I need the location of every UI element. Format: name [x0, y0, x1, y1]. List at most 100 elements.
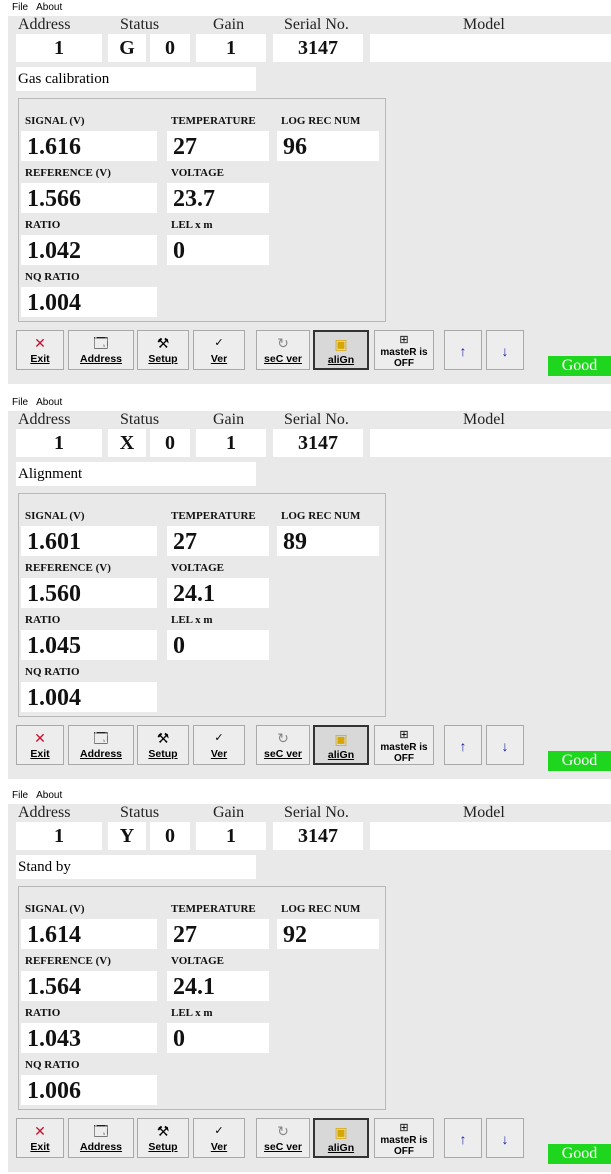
ratio-value: 1.043 [21, 1023, 157, 1053]
readings-group: SIGNAL (V) TEMPERATURE LOG REC NUM 1.616… [18, 98, 386, 322]
ratio-label: RATIO [25, 219, 61, 231]
tools-icon: ⚒ [156, 730, 170, 746]
address-field[interactable]: 1 [16, 429, 102, 457]
panel-1: File About Address Status Gain Serial No.… [8, 0, 611, 384]
mode-text: Stand by [16, 855, 256, 879]
secver-button[interactable]: ↻ seC ver [256, 330, 310, 370]
status-code-field: G [108, 34, 146, 62]
reference-label: REFERENCE (V) [25, 167, 111, 179]
reference-value: 1.560 [21, 578, 157, 608]
gain-field[interactable]: 1 [196, 34, 266, 62]
setup-button[interactable]: ⚒ Setup [137, 330, 189, 370]
exit-button[interactable]: ✕ Exit [16, 330, 64, 370]
exit-button[interactable]: ✕ Exit [16, 1118, 64, 1158]
menu-file[interactable]: File [12, 790, 28, 801]
menu-file[interactable]: File [12, 397, 28, 408]
gain-field[interactable]: 1 [196, 429, 266, 457]
model-header: Model [463, 411, 505, 428]
arrow-down-icon: ↓ [501, 343, 509, 359]
serial-header: Serial No. [284, 411, 349, 428]
tools-icon: ⚒ [156, 335, 170, 351]
signal-label: SIGNAL (V) [25, 115, 85, 127]
down-button[interactable]: ↓ [486, 725, 524, 765]
menu-bar: File About [8, 0, 611, 16]
master-button[interactable]: ⊞ masteR is OFF [374, 1118, 434, 1158]
nq-ratio-value: 1.006 [21, 1075, 157, 1105]
reference-value: 1.566 [21, 183, 157, 213]
reference-label: REFERENCE (V) [25, 562, 111, 574]
model-field [370, 822, 611, 850]
ratio-value: 1.042 [21, 235, 157, 265]
lel-label: LEL x m [171, 219, 213, 231]
status-number-field: 0 [150, 822, 190, 850]
ver-button[interactable]: ✓ Ver [193, 330, 245, 370]
temperature-value: 27 [167, 131, 269, 161]
menu-file[interactable]: File [12, 2, 28, 13]
ver-button[interactable]: ✓ Ver [193, 725, 245, 765]
align-button[interactable]: ▣ aliGn [313, 1118, 369, 1158]
up-button[interactable]: ↑ [444, 1118, 482, 1158]
up-button[interactable]: ↑ [444, 330, 482, 370]
log-label: LOG REC NUM [281, 903, 361, 915]
reference-value: 1.564 [21, 971, 157, 1001]
model-header: Model [463, 804, 505, 821]
signal-value: 1.601 [21, 526, 157, 556]
align-button[interactable]: ▣ aliGn [313, 330, 369, 370]
secver-button[interactable]: ↻ seC ver [256, 725, 310, 765]
address-field[interactable]: 1 [16, 34, 102, 62]
signal-label: SIGNAL (V) [25, 510, 85, 522]
address-book-icon: 🗔 [93, 1123, 109, 1139]
down-button[interactable]: ↓ [486, 1118, 524, 1158]
reference-label: REFERENCE (V) [25, 955, 111, 967]
address-book-icon: 🗔 [93, 730, 109, 746]
address-button[interactable]: 🗔 Address [68, 725, 134, 765]
signal-value: 1.614 [21, 919, 157, 949]
mode-text: Gas calibration [16, 67, 256, 91]
menu-about[interactable]: About [36, 397, 62, 408]
address-header: Address [18, 804, 71, 821]
menu-about[interactable]: About [36, 2, 62, 13]
align-button[interactable]: ▣ aliGn [313, 725, 369, 765]
nq-ratio-label: NQ RATIO [25, 666, 80, 678]
arrow-down-icon: ↓ [501, 738, 509, 754]
ver-button[interactable]: ✓ Ver [193, 1118, 245, 1158]
align-icon: ▣ [334, 1124, 348, 1140]
log-value: 96 [277, 131, 379, 161]
close-icon: ✕ [34, 1123, 46, 1139]
voltage-label: VOLTAGE [171, 167, 224, 179]
master-icon: ⊞ [399, 1122, 409, 1134]
voltage-value: 24.1 [167, 971, 269, 1001]
down-button[interactable]: ↓ [486, 330, 524, 370]
up-button[interactable]: ↑ [444, 725, 482, 765]
nq-ratio-label: NQ RATIO [25, 271, 80, 283]
exit-button[interactable]: ✕ Exit [16, 725, 64, 765]
secver-button[interactable]: ↻ seC ver [256, 1118, 310, 1158]
readings-group: SIGNAL (V) TEMPERATURE LOG REC NUM 1.614… [18, 886, 386, 1110]
check-abc-icon: ✓ [214, 732, 224, 744]
check-abc-icon: ✓ [214, 337, 224, 349]
gain-field[interactable]: 1 [196, 822, 266, 850]
refresh-icon: ↻ [277, 1123, 289, 1139]
log-value: 92 [277, 919, 379, 949]
menu-about[interactable]: About [36, 790, 62, 801]
status-code-field: Y [108, 822, 146, 850]
lel-label: LEL x m [171, 1007, 213, 1019]
address-button[interactable]: 🗔 Address [68, 1118, 134, 1158]
align-icon: ▣ [334, 336, 348, 352]
master-button[interactable]: ⊞ masteR is OFF [374, 330, 434, 370]
gain-header: Gain [213, 804, 245, 821]
setup-button[interactable]: ⚒ Setup [137, 1118, 189, 1158]
temperature-label: TEMPERATURE [171, 115, 256, 127]
address-field[interactable]: 1 [16, 822, 102, 850]
ratio-label: RATIO [25, 1007, 61, 1019]
readings-group: SIGNAL (V) TEMPERATURE LOG REC NUM 1.601… [18, 493, 386, 717]
close-icon: ✕ [34, 335, 46, 351]
nq-ratio-value: 1.004 [21, 682, 157, 712]
setup-button[interactable]: ⚒ Setup [137, 725, 189, 765]
panel-2: File About Address Status Gain Serial No.… [8, 395, 611, 779]
address-button[interactable]: 🗔 Address [68, 330, 134, 370]
master-button[interactable]: ⊞ masteR is OFF [374, 725, 434, 765]
status-good-indicator: Good [548, 1144, 611, 1164]
status-header: Status [120, 16, 160, 33]
model-header: Model [463, 16, 505, 33]
